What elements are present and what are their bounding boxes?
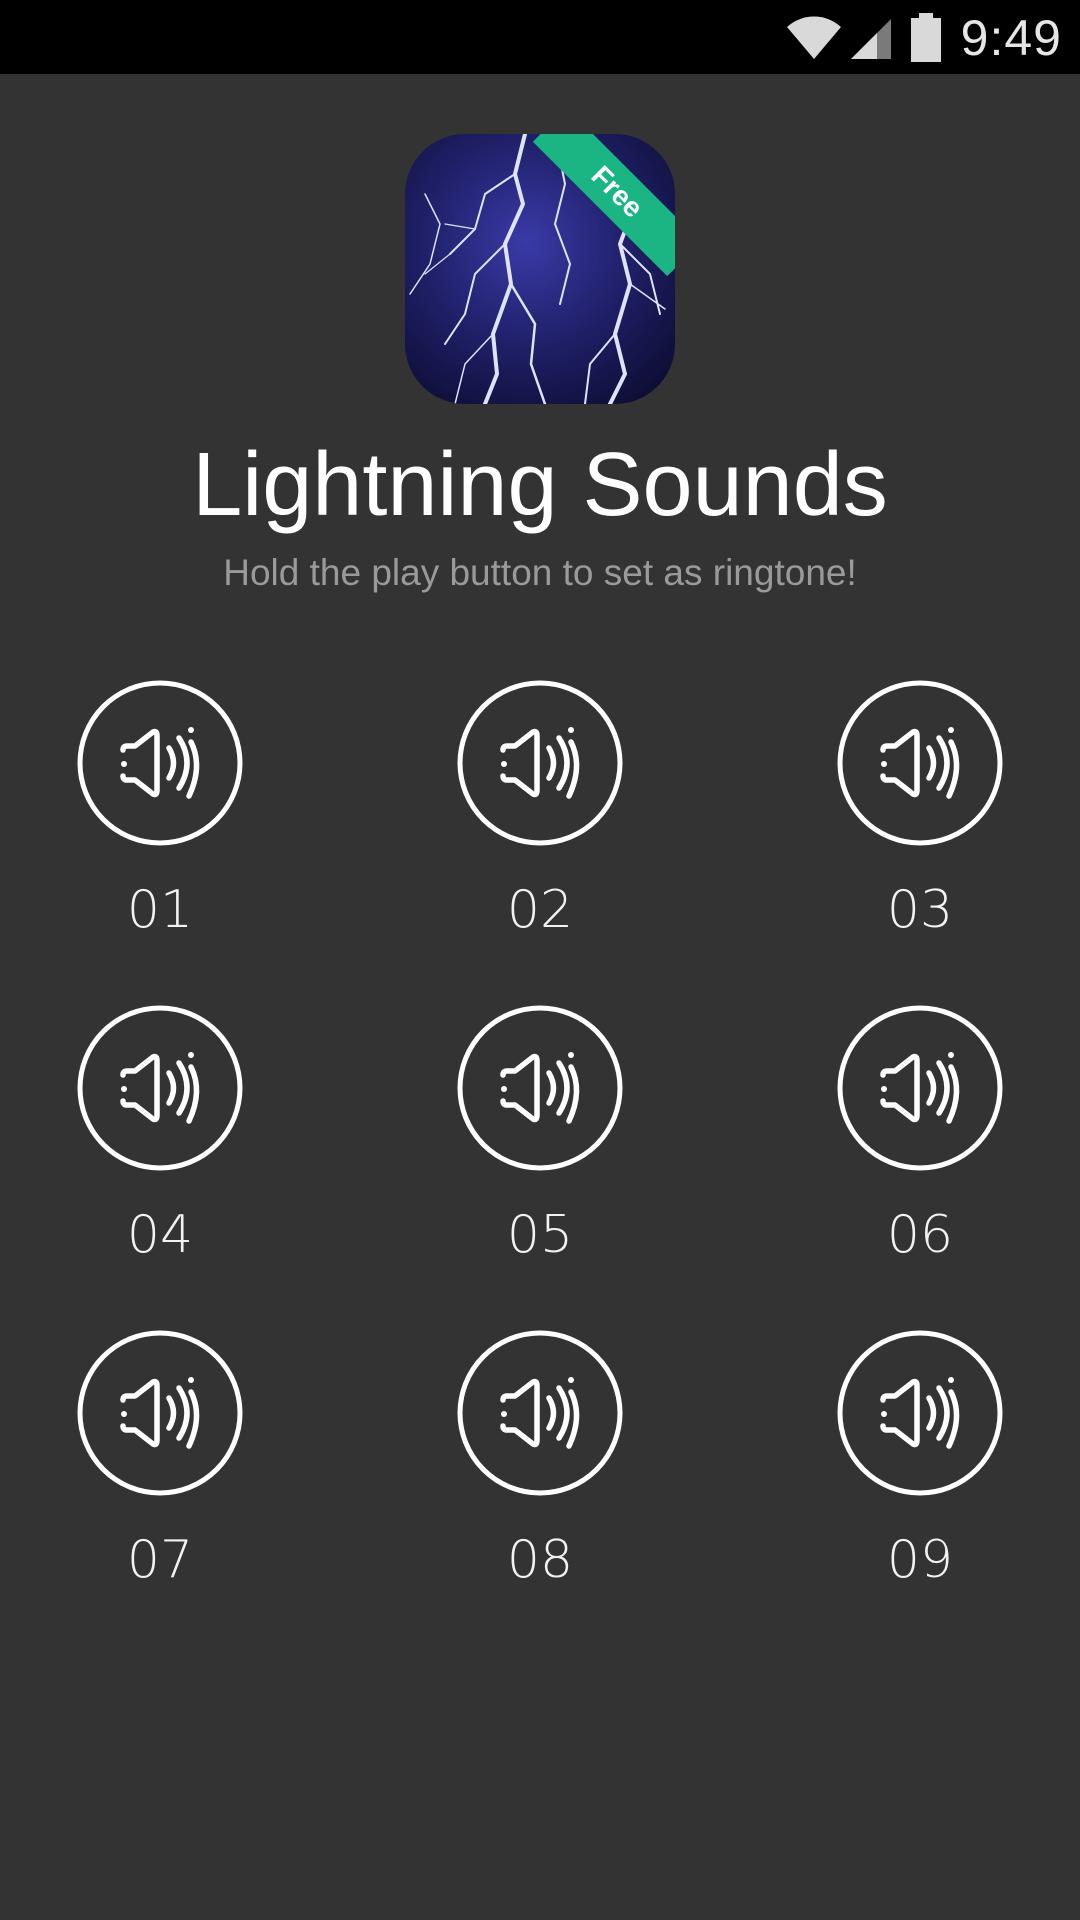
sound-item: 07 xyxy=(75,1330,245,1590)
sound-label: 04 xyxy=(126,1205,194,1265)
speaker-icon xyxy=(837,1005,1003,1171)
sound-label: 03 xyxy=(886,880,954,940)
play-sound-button[interactable] xyxy=(457,680,623,846)
play-sound-button[interactable] xyxy=(77,1005,243,1171)
lightning-logo-icon: Free xyxy=(405,134,675,404)
sound-label: 01 xyxy=(126,880,194,940)
speaker-icon xyxy=(457,680,623,846)
sound-item: 02 xyxy=(455,680,625,940)
speaker-icon xyxy=(837,1330,1003,1496)
app-logo: Free xyxy=(405,134,675,404)
sound-item: 04 xyxy=(75,1005,245,1265)
sound-label: 07 xyxy=(126,1530,194,1590)
sound-item: 05 xyxy=(455,1005,625,1265)
sound-item: 03 xyxy=(835,680,1005,940)
speaker-icon xyxy=(837,680,1003,846)
play-sound-button[interactable] xyxy=(77,1330,243,1496)
sound-label: 02 xyxy=(506,880,574,940)
play-sound-button[interactable] xyxy=(457,1005,623,1171)
status-icons: 9:49 xyxy=(785,10,1062,66)
sound-label: 05 xyxy=(506,1205,574,1265)
battery-icon xyxy=(910,13,941,62)
sound-item: 06 xyxy=(835,1005,1005,1265)
play-sound-button[interactable] xyxy=(77,680,243,846)
status-bar: 9:49 xyxy=(0,0,1080,74)
page-subtitle: Hold the play button to set as ringtone! xyxy=(223,552,857,593)
page-title: Lightning Sounds xyxy=(192,435,888,535)
signal-icon xyxy=(850,19,891,59)
play-sound-button[interactable] xyxy=(837,680,1003,846)
sound-item: 09 xyxy=(835,1330,1005,1590)
play-sound-button[interactable] xyxy=(837,1330,1003,1496)
sound-label: 09 xyxy=(886,1530,954,1590)
play-sound-button[interactable] xyxy=(457,1330,623,1496)
status-clock: 9:49 xyxy=(960,10,1062,66)
sound-item: 08 xyxy=(455,1330,625,1590)
play-sound-button[interactable] xyxy=(837,1005,1003,1171)
speaker-icon xyxy=(77,680,243,846)
sound-item: 01 xyxy=(75,680,245,940)
speaker-icon xyxy=(457,1330,623,1496)
sound-label: 08 xyxy=(506,1530,574,1590)
speaker-icon xyxy=(77,1330,243,1496)
speaker-icon xyxy=(77,1005,243,1171)
sound-label: 06 xyxy=(886,1205,954,1265)
speaker-icon xyxy=(457,1005,623,1171)
wifi-icon xyxy=(786,16,841,59)
